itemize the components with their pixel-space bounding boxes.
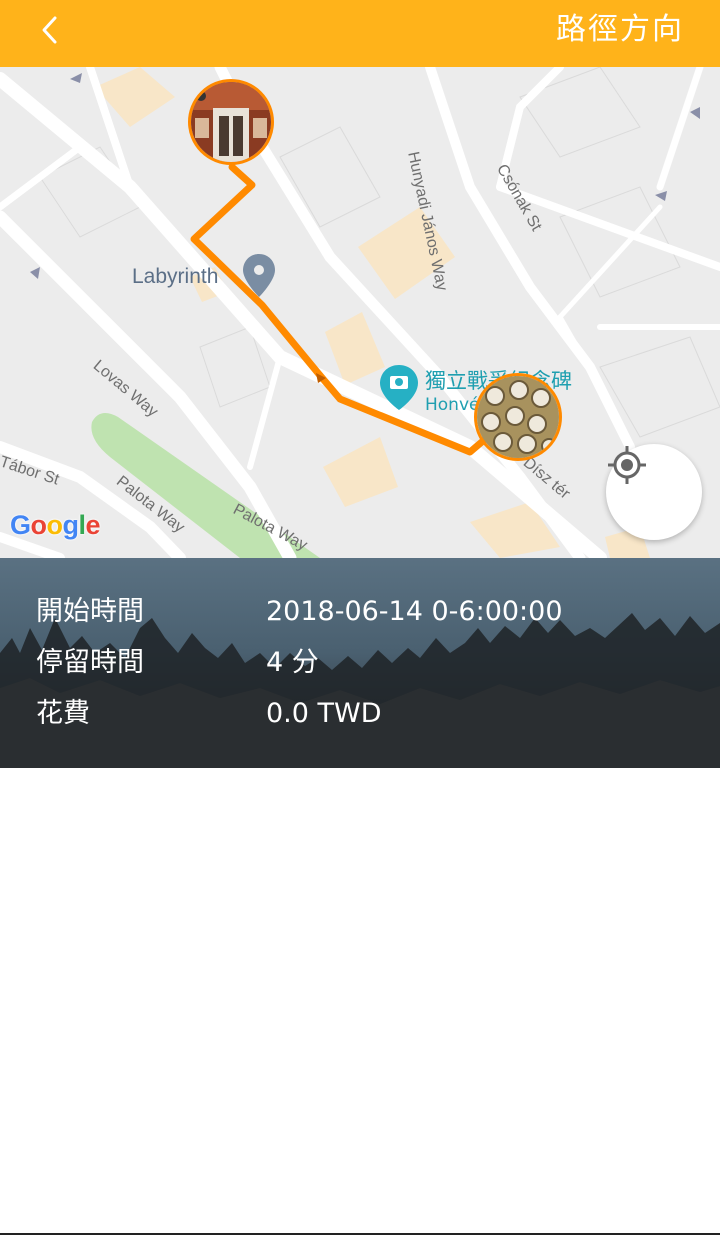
- my-location-icon: [608, 446, 646, 484]
- start-photo-marker[interactable]: [188, 79, 274, 165]
- stay-duration-value: 4 分: [266, 647, 319, 678]
- cost-label: 花費: [36, 698, 90, 729]
- photo-thumbnail: [477, 376, 559, 458]
- place-label-labyrinth: Labyrinth: [132, 265, 219, 288]
- cost-value: 0.0 TWD: [266, 698, 382, 729]
- locate-me-button[interactable]: [606, 444, 702, 540]
- place-label-monument-sub: Honvé: [425, 395, 480, 415]
- trip-info-panel: 開始時間 2018-06-14 0-6:00:00 停留時間 4 分 花費 0.…: [0, 558, 720, 768]
- start-time-value: 2018-06-14 0-6:00:00: [266, 596, 563, 627]
- route-map[interactable]: Hunyadi János Way Csónak St Lovas Way Tá…: [0, 67, 720, 558]
- back-button[interactable]: [28, 8, 72, 52]
- start-time-label: 開始時間: [36, 596, 144, 627]
- stay-duration-label: 停留時間: [36, 647, 144, 678]
- app-header: 路徑方向: [0, 0, 720, 67]
- chevron-left-icon: [42, 16, 57, 44]
- photo-thumbnail: [191, 82, 271, 162]
- end-photo-marker[interactable]: [474, 373, 562, 461]
- page-title: 路徑方向: [556, 12, 684, 47]
- google-attribution-logo: Google: [10, 510, 101, 540]
